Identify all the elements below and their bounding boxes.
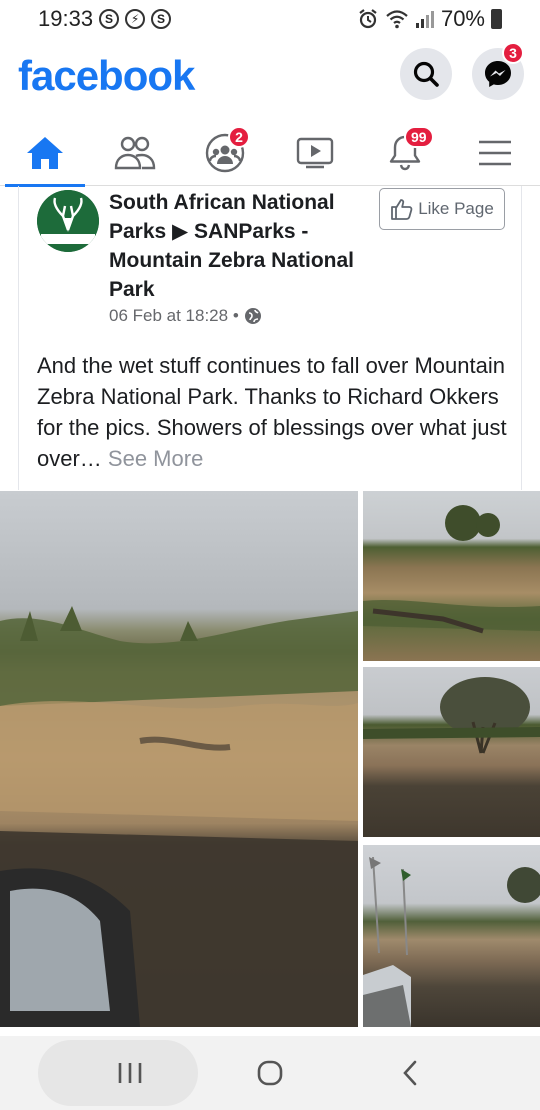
tab-watch[interactable] xyxy=(270,120,360,186)
tree-in-flood-photo xyxy=(363,677,540,754)
alarm-icon xyxy=(359,9,377,29)
messenger-icon xyxy=(485,61,511,87)
android-nav-bar xyxy=(0,1036,540,1110)
photo-2[interactable] xyxy=(363,491,540,661)
tab-menu[interactable] xyxy=(450,120,540,186)
search-icon xyxy=(413,61,439,87)
globe-icon xyxy=(244,308,261,324)
messenger-badge: 3 xyxy=(502,42,524,64)
home-nav-button[interactable] xyxy=(230,1043,310,1103)
status-left: 19:33 S ⚡ S xyxy=(38,6,172,32)
battery-icon xyxy=(491,9,502,29)
app-header: facebook 3 xyxy=(0,42,540,106)
recent-apps-button[interactable] xyxy=(90,1043,170,1103)
flooded-plain-photo xyxy=(363,505,540,634)
notifications-badge: 99 xyxy=(404,126,434,148)
page-name[interactable]: South African National Parks ▶ SANParks … xyxy=(109,188,369,304)
facebook-logo[interactable]: facebook xyxy=(18,52,195,100)
like-page-label: Like Page xyxy=(418,199,494,218)
status-right: 70% xyxy=(357,6,502,32)
tab-bar: 2 99 xyxy=(0,120,540,187)
see-more-link[interactable]: See More xyxy=(108,446,203,471)
tab-notifications[interactable]: 99 xyxy=(360,120,450,186)
tab-groups[interactable]: 2 xyxy=(180,120,270,186)
thumbs-up-icon xyxy=(391,199,413,220)
groups-badge: 2 xyxy=(228,126,250,148)
samsung-pay-icon: S xyxy=(151,9,172,29)
home-icon xyxy=(27,137,63,169)
back-button[interactable] xyxy=(370,1043,450,1103)
page-avatar[interactable] xyxy=(37,190,99,252)
friends-icon xyxy=(114,136,156,170)
search-button[interactable] xyxy=(400,48,452,100)
watch-icon xyxy=(296,137,334,169)
power-saving-icon: ⚡ xyxy=(125,9,146,29)
wifi-icon xyxy=(386,10,408,29)
photo-4[interactable] xyxy=(363,845,540,1027)
hamburger-menu-icon xyxy=(479,140,511,166)
back-chevron-icon xyxy=(403,1060,417,1086)
photo-1[interactable] xyxy=(0,491,358,1027)
photo-3[interactable] xyxy=(363,667,540,837)
tab-friends[interactable] xyxy=(90,120,180,186)
kudu-logo-icon xyxy=(37,190,99,252)
flags-flood-photo xyxy=(363,856,540,1027)
post-timestamp[interactable]: 06 Feb at 18:28 • xyxy=(109,306,262,326)
post-card: South African National Parks ▶ SANParks … xyxy=(18,186,522,490)
clock: 19:33 xyxy=(38,6,94,31)
flooded-field-photo xyxy=(0,606,358,1027)
like-page-button[interactable]: Like Page xyxy=(379,188,505,230)
tab-home[interactable] xyxy=(0,120,90,187)
signal-icon xyxy=(415,11,434,28)
post-time-text: 06 Feb at 18:28 • xyxy=(109,306,239,325)
recent-apps-icon xyxy=(118,1063,142,1083)
post-text: And the wet stuff continues to fall over… xyxy=(37,350,507,474)
battery-percent: 70% xyxy=(440,6,485,31)
status-bar: 19:33 S ⚡ S 70% xyxy=(0,0,540,38)
photo-grid xyxy=(0,491,540,1027)
home-circle-icon xyxy=(257,1060,283,1086)
samsung-icon: S xyxy=(99,9,120,29)
messenger-button[interactable]: 3 xyxy=(472,42,524,100)
